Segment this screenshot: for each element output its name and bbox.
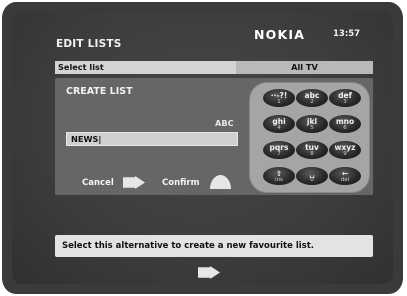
shift-icon: ⇧ [275, 169, 283, 178]
cancel-button[interactable]: Cancel [82, 178, 114, 188]
key-9-main: wxyz [334, 143, 356, 152]
key-9-sub: 9 [343, 150, 347, 157]
backspace-icon: ← [341, 169, 349, 178]
key-5[interactable]: jkl 5 [296, 115, 328, 133]
create-list-title: CREATE LIST [66, 86, 133, 97]
brand-logo: NOKIA [254, 27, 306, 42]
key-5-main: jkl [306, 117, 318, 126]
select-list-label: Select list [58, 62, 104, 72]
key-1[interactable]: ··-?! 1 [263, 89, 295, 107]
key-6[interactable]: mno 6 [329, 115, 361, 133]
key-shift[interactable]: ⇧ ins [263, 167, 295, 185]
key-7-sub: 7 [277, 150, 281, 157]
key-6-main: mno [335, 117, 355, 126]
key-2[interactable]: abc 2 [296, 89, 328, 107]
key-4-sub: 4 [277, 124, 281, 131]
help-text: Select this alternative to create a new … [62, 241, 315, 251]
key-6-sub: 6 [343, 124, 347, 131]
space-icon: ␣ [309, 169, 315, 178]
key-shift-sub: ins [275, 176, 283, 183]
key-2-main: abc [304, 91, 320, 100]
key-9[interactable]: wxyz 9 [329, 141, 361, 159]
key-8-main: tuv [305, 143, 319, 152]
onscreen-keypad: ··-?! 1 abc 2 def 3 ghi 4 jkl 5 mno 6 pq… [249, 82, 370, 193]
key-7-main: pqrs [269, 143, 289, 152]
list-name-value: NEWS| [71, 134, 102, 144]
key-8[interactable]: tuv 8 [296, 141, 328, 159]
key-0[interactable]: ␣ 0 [296, 167, 328, 185]
key-0-sub: 0 [310, 176, 314, 183]
key-4[interactable]: ghi 4 [263, 115, 295, 133]
select-list-value[interactable]: All TV [236, 62, 373, 72]
key-delete[interactable]: ← del [329, 167, 361, 185]
key-3-main: def [338, 91, 352, 100]
page-title: EDIT LISTS [56, 38, 122, 50]
key-4-main: ghi [272, 117, 286, 126]
clock: 13:57 [333, 29, 361, 39]
key-1-main: ··-?! [270, 91, 288, 100]
confirm-button[interactable]: Confirm [162, 178, 199, 188]
key-8-sub: 8 [310, 150, 314, 157]
key-3-sub: 3 [343, 98, 347, 105]
key-delete-sub: del [340, 176, 350, 183]
key-5-sub: 5 [310, 124, 314, 131]
key-7[interactable]: pqrs 7 [263, 141, 295, 159]
input-mode-indicator: ABC [215, 118, 234, 128]
key-1-sub: 1 [277, 98, 281, 105]
key-2-sub: 2 [310, 98, 314, 105]
key-3[interactable]: def 3 [329, 89, 361, 107]
